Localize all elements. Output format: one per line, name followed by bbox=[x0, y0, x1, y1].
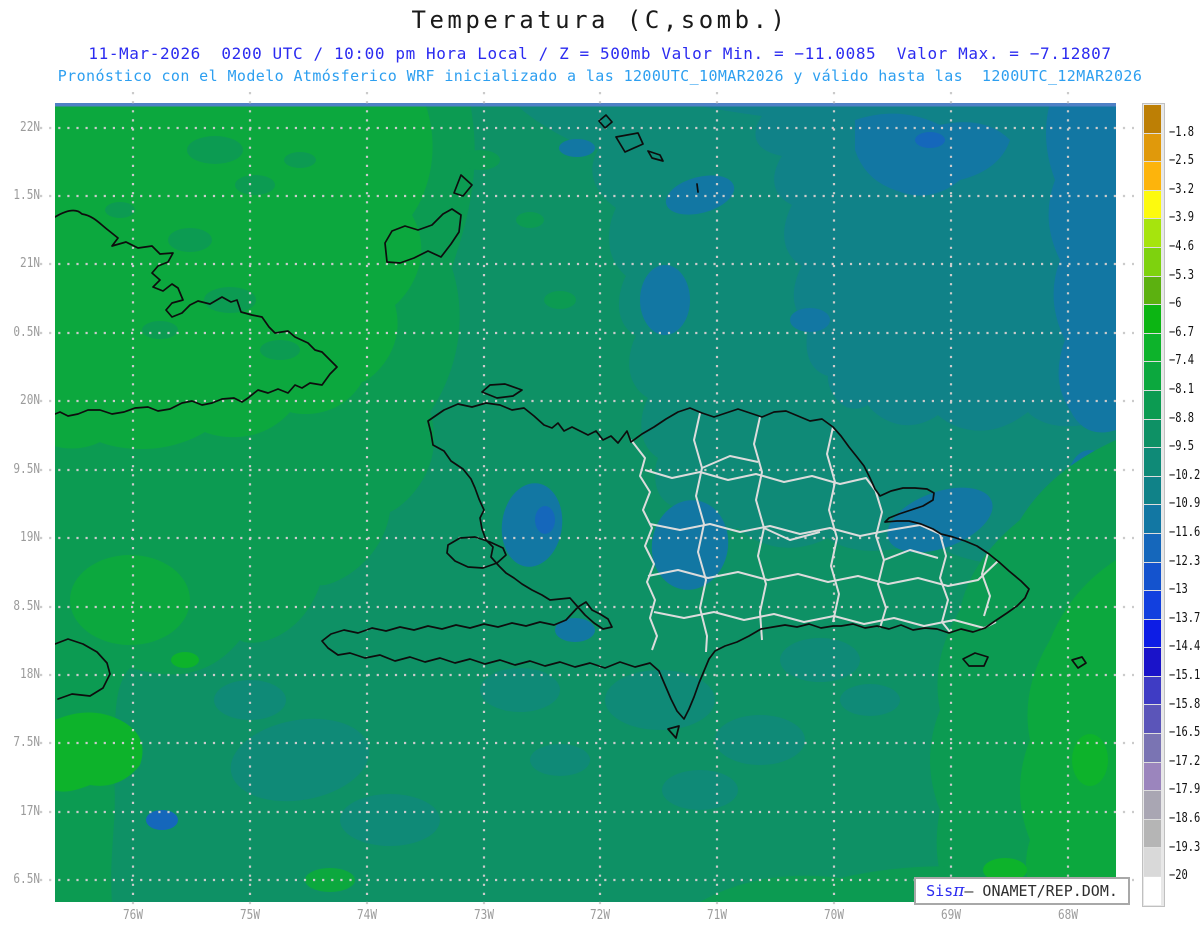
colorbar-tick-label: −15.1 bbox=[1169, 668, 1200, 683]
lat-tick-label: 21N bbox=[20, 256, 40, 271]
colorbar-cell bbox=[1144, 762, 1161, 792]
colorbar-tick-label: −19.3 bbox=[1169, 839, 1200, 855]
colorbar-cell bbox=[1144, 562, 1161, 592]
lon-tick-label: 72W bbox=[590, 908, 610, 923]
colorbar-cell bbox=[1144, 448, 1161, 477]
colorbar-cell bbox=[1144, 619, 1161, 649]
colorbar-cell bbox=[1144, 705, 1161, 735]
colorbar-cell bbox=[1144, 219, 1161, 248]
colorbar-cell bbox=[1144, 162, 1161, 191]
colorbar-tick-label: −9.5 bbox=[1169, 439, 1195, 455]
colorbar-cell bbox=[1144, 419, 1161, 449]
pi-symbol: π bbox=[953, 881, 965, 901]
colorbar-cell bbox=[1144, 305, 1161, 334]
colorbar-tick-label: −2.5 bbox=[1169, 153, 1195, 169]
colorbar-tick-label: −13.7 bbox=[1169, 610, 1200, 626]
forecast-map bbox=[40, 92, 1134, 908]
colorbar-tick-label: −7.4 bbox=[1169, 353, 1195, 369]
colorbar-tick-label: −13 bbox=[1169, 582, 1188, 598]
lat-tick-label: 7.5N bbox=[13, 735, 40, 750]
lat-tick-label: 6.5N bbox=[13, 872, 40, 887]
lat-tick-label: 19N bbox=[20, 530, 40, 545]
colorbar-tick-label: −3.9 bbox=[1169, 210, 1195, 226]
colorbar-tick-label: −4.6 bbox=[1169, 239, 1195, 254]
colorbar-cell bbox=[1144, 533, 1161, 563]
lon-tick-label: 76W bbox=[123, 908, 143, 923]
colorbar-cell bbox=[1144, 476, 1161, 506]
colorbar-cell bbox=[1144, 333, 1161, 363]
colorbar-cell bbox=[1144, 791, 1161, 820]
colorbar-tick-label: −18.6 bbox=[1169, 811, 1200, 826]
lat-tick-label: 1.5N bbox=[13, 188, 40, 203]
colorbar-cell bbox=[1144, 648, 1161, 677]
lon-tick-label: 68W bbox=[1058, 908, 1078, 923]
colorbar-tick-label: −1.8 bbox=[1169, 124, 1195, 140]
colorbar-cell bbox=[1144, 848, 1161, 878]
colorbar-cell bbox=[1144, 877, 1161, 905]
temperature-field bbox=[55, 103, 1116, 902]
colorbar-tick-label: −3.2 bbox=[1169, 181, 1195, 197]
lon-tick-label: 75W bbox=[240, 908, 260, 923]
colorbar-tick-label: −17.2 bbox=[1169, 753, 1200, 769]
colorbar bbox=[1142, 103, 1165, 907]
lat-tick-label: 8.5N bbox=[13, 599, 40, 614]
colorbar-cell bbox=[1144, 247, 1161, 277]
attribution-box: Sis π – ONAMET/REP.DOM. bbox=[914, 877, 1130, 905]
colorbar-tick-label: −6.7 bbox=[1169, 324, 1195, 340]
lon-tick-label: 70W bbox=[824, 908, 844, 923]
colorbar-cell bbox=[1144, 190, 1161, 220]
lat-tick-label: 20N bbox=[20, 393, 40, 408]
colorbar-tick-label: −8.1 bbox=[1169, 382, 1195, 397]
sispi-logo: Sis bbox=[926, 882, 954, 900]
colorbar-tick-label: −10.2 bbox=[1169, 467, 1200, 483]
colorbar-tick-label: −17.9 bbox=[1169, 782, 1200, 798]
colorbar-tick-label: −10.9 bbox=[1169, 496, 1200, 512]
lat-tick-label: 22N bbox=[20, 120, 40, 135]
colorbar-cell bbox=[1144, 734, 1161, 763]
colorbar-cell bbox=[1144, 276, 1161, 306]
colorbar-cell bbox=[1144, 362, 1161, 391]
lat-tick-label: 17N bbox=[20, 804, 40, 819]
colorbar-tick-label: −8.8 bbox=[1169, 410, 1195, 426]
colorbar-cell bbox=[1144, 133, 1161, 163]
colorbar-cell bbox=[1144, 105, 1161, 134]
colorbar-tick-label: −14.4 bbox=[1169, 639, 1200, 655]
lat-tick-label: 0.5N bbox=[13, 325, 40, 340]
colorbar-tick-label: −5.3 bbox=[1169, 267, 1195, 283]
colorbar-cell bbox=[1144, 591, 1161, 620]
colorbar-tick-label: −15.8 bbox=[1169, 696, 1200, 712]
weather-map-page: Temperatura (C,somb.) 11-Mar-2026 0200 U… bbox=[0, 0, 1200, 927]
lon-tick-label: 73W bbox=[474, 908, 494, 923]
lon-tick-label: 71W bbox=[707, 908, 727, 923]
colorbar-cell bbox=[1144, 819, 1161, 849]
colorbar-tick-label: −16.5 bbox=[1169, 725, 1200, 741]
colorbar-cell bbox=[1144, 676, 1161, 706]
attribution-text: – ONAMET/REP.DOM. bbox=[964, 882, 1118, 900]
colorbar-tick-label: −6 bbox=[1169, 296, 1182, 312]
colorbar-cell bbox=[1144, 505, 1161, 534]
lon-tick-label: 74W bbox=[357, 908, 377, 923]
lat-tick-label: 18N bbox=[20, 667, 40, 682]
colorbar-tick-label: −12.3 bbox=[1169, 553, 1200, 569]
colorbar-cell bbox=[1144, 390, 1161, 420]
colorbar-tick-label: −11.6 bbox=[1169, 525, 1200, 540]
lat-tick-label: 9.5N bbox=[13, 462, 40, 477]
colorbar-tick-label: −20 bbox=[1169, 868, 1188, 884]
lon-tick-label: 69W bbox=[941, 908, 961, 923]
